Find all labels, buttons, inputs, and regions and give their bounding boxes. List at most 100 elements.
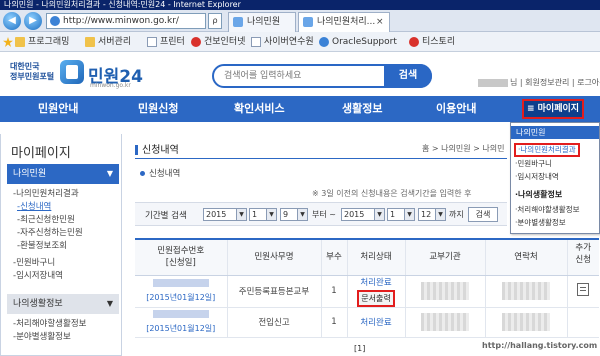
dropdown-item-result[interactable]: ·나의민원처리결과 [514, 143, 580, 157]
favorite-label: OracleSupport [332, 37, 397, 47]
search-input[interactable] [224, 68, 394, 84]
name-cell: 전입신고 [226, 307, 321, 338]
favorite-programming[interactable]: 프로그래밍 [14, 35, 69, 49]
contact-cell [484, 275, 567, 308]
nav-usage-guide[interactable]: 이용안내 [436, 96, 476, 122]
contact-cell [484, 307, 567, 338]
favorite-printer[interactable]: 프린터 [146, 35, 185, 49]
page-icon [147, 37, 157, 47]
url-text: http://www.minwon.go.kr/ [63, 16, 179, 26]
sidebar-item-history[interactable]: -신청내역 [17, 202, 51, 213]
nav-minwon-apply[interactable]: 민원신청 [138, 96, 178, 122]
blurred-agency [421, 282, 469, 300]
to-day-select[interactable]: 12 ▼ [418, 208, 446, 221]
user-links[interactable]: 님 | 회원정보관리 | 로그아웃 [478, 77, 600, 88]
site-logo[interactable]: 대한민국 정부민원포털 민원24 minwon.go.kr [10, 58, 143, 92]
sidebar-item-basket[interactable]: -민원바구니 [13, 258, 55, 269]
logo-domain: minwon.go.kr [90, 82, 131, 89]
tab-favicon [303, 17, 313, 27]
receipt-cell[interactable]: [2015년01월12일] [135, 275, 227, 308]
from-day-select[interactable]: 9 ▼ [280, 208, 308, 221]
breadcrumb[interactable]: 홈 > 나의민원 > 나의민 [422, 143, 504, 154]
filter-label: 기간별 검색 [145, 211, 187, 221]
logo-line1: 대한민국 [10, 62, 40, 71]
chevron-down-icon: ▼ [106, 169, 113, 178]
nav-minwon-guide[interactable]: 민원안내 [38, 96, 78, 122]
sidebar-item-field-life[interactable]: -분야별생활정보 [13, 332, 71, 343]
sidebar-item-result[interactable]: -나의민원처리결과 [13, 189, 79, 200]
to-year-select[interactable]: 2015 ▼ [341, 208, 385, 221]
red-circle-icon [409, 37, 419, 47]
folder-icon [85, 37, 95, 47]
sidebar-cat-life-info[interactable]: 나의생활정보 ▼ [7, 294, 119, 314]
dropdown-item-basket[interactable]: ·민원바구니 [515, 159, 552, 169]
page-title: 신청내역 [135, 141, 179, 156]
forward-button[interactable]: ▶ [24, 12, 42, 30]
copies-cell: 1 [320, 275, 347, 308]
status-cell: 처리완료 문서출력 [346, 275, 405, 308]
nav-verify-service[interactable]: 확인서비스 [234, 96, 285, 122]
table-row: [2015년01월12일] 전입신고 1 처리완료 [135, 307, 599, 338]
blurred-agency [421, 313, 469, 331]
favorite-health[interactable]: 건보인터넷 [190, 35, 245, 49]
dropdown-item-temp[interactable]: ·임시저장내역 [515, 172, 559, 182]
sidebar-item-refund[interactable]: -환불정보조회 [17, 241, 67, 252]
dropdown-header[interactable]: 나의민원 [511, 126, 599, 139]
status-link[interactable]: 처리완료 [360, 318, 391, 328]
blurred-receipt-number [152, 279, 209, 287]
nav-life-info[interactable]: 생활정보 [342, 96, 382, 122]
print-document-button[interactable]: 문서출력 [357, 289, 395, 307]
receipt-cell[interactable]: [2015년01월12일] [135, 307, 227, 338]
copies-cell: 1 [320, 307, 347, 338]
favorite-server[interactable]: 서버관리 [84, 35, 131, 49]
apply-date[interactable]: [2015년01월12일] [146, 324, 215, 333]
tab-my-minwon[interactable]: 나의민원 [228, 12, 296, 32]
back-button[interactable]: ◀ [3, 12, 21, 30]
from-to-label: 부터 ~ [312, 210, 336, 219]
apply-date[interactable]: [2015년01월12일] [146, 293, 215, 302]
page-icon [251, 37, 261, 47]
agency-cell [404, 307, 485, 338]
status-link[interactable]: 처리완료 [360, 278, 391, 288]
sidebar-item-frequent[interactable]: -자주신청하는민원 [17, 228, 83, 239]
mypage-label: 마이페이지 [537, 104, 580, 114]
extra-cell [566, 307, 599, 338]
until-label: 까지 [449, 210, 464, 219]
favorite-oracle[interactable]: OracleSupport [318, 35, 397, 49]
sidebar-cat-my-minwon[interactable]: 나의민원 ▼ [7, 164, 119, 184]
favorite-cyber[interactable]: 사이버연수원 [250, 35, 314, 49]
search-url-icon[interactable]: ρ [208, 13, 222, 29]
favorites-bar: 프로그래밍 서버관리 프린터 건보인터넷 사이버연수원 OracleSuppor… [0, 32, 600, 52]
col-header-status: 처리상태 [346, 238, 405, 276]
sidebar-item-todo-life[interactable]: -처리해야할생활정보 [13, 319, 86, 330]
close-icon[interactable]: × [376, 13, 386, 31]
logo-gov-text: 대한민국 정부민원포털 [10, 62, 56, 82]
chevron-down-icon: ▼ [404, 209, 414, 220]
dropdown-item-todo-life[interactable]: ·처리해야할생활정보 [515, 205, 580, 215]
favorite-label: 건보인터넷 [204, 37, 246, 47]
col-header-copies: 부수 [320, 238, 347, 276]
pagination[interactable]: [1] [354, 344, 365, 353]
dropdown-item-field-life[interactable]: ·분야별생활정보 [515, 218, 566, 228]
from-year-select[interactable]: 2015 ▼ [203, 208, 247, 221]
col-header-agency: 교부기관 [404, 238, 485, 276]
from-month-select[interactable]: 1 ▼ [249, 208, 277, 221]
dropdown-cat-life[interactable]: ·나의생활정보 [515, 189, 562, 200]
title-divider [135, 158, 507, 159]
mypage-button[interactable]: ≡ 마이페이지 [522, 99, 584, 119]
logo-mark-icon [60, 60, 84, 84]
search-button[interactable]: 검색 [384, 64, 432, 88]
address-bar: ◀ ▶ http://www.minwon.go.kr/ ρ 나의민원 나의민원… [0, 10, 600, 32]
site-search: 검색 [212, 64, 432, 88]
favorite-tistory[interactable]: 티스토리 [408, 35, 455, 49]
sidebar-item-recent[interactable]: -최근신청한민원 [17, 215, 75, 226]
watermark: http://hallang.tistory.com [482, 341, 598, 350]
sidebar-item-temp[interactable]: -임시저장내역 [13, 271, 63, 282]
document-icon[interactable] [577, 283, 590, 296]
ie-icon [50, 16, 60, 26]
url-input[interactable]: http://www.minwon.go.kr/ [46, 13, 206, 29]
to-month-select[interactable]: 1 ▼ [387, 208, 415, 221]
filter-search-button[interactable]: 검색 [468, 207, 498, 222]
tab-my-minwon-result[interactable]: 나의민원처리... × [298, 12, 390, 32]
tab-favicon [233, 17, 243, 27]
